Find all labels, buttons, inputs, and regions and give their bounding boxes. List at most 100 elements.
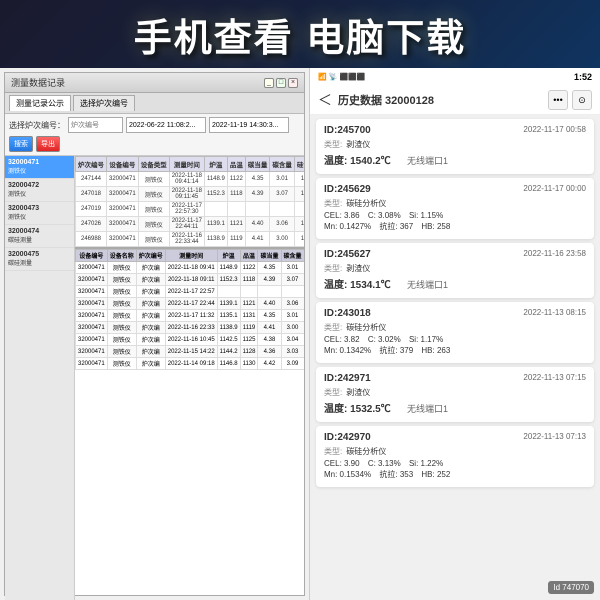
id-badge: Id 747070 xyxy=(548,581,594,594)
record-card[interactable]: ID:245627 2022-11-16 23:58 类型: 剥渣仪 温度: 1… xyxy=(316,243,594,298)
card-type-label: 类型: xyxy=(324,322,342,333)
record-card[interactable]: ID:242970 2022-11-13 07:13 类型: 碳硅分析仪 CEL… xyxy=(316,426,594,487)
card-type-label: 类型: xyxy=(324,387,342,398)
bh-8: 碳含量 xyxy=(281,250,304,262)
left-panel: 测量数据记录 _ □ × 测量记录公示 选择炉次编号 选择炉次编号： 搜索 导出 xyxy=(0,68,310,600)
phone-statusbar: 📶 📡 ⬛⬛⬛ 1:52 xyxy=(310,68,600,86)
record-card[interactable]: ID:245700 2022-11-17 00:58 类型: 剥渣仪 温度: 1… xyxy=(316,119,594,174)
nav-icons: ••• ⊙ xyxy=(548,90,592,110)
card-analysis-row1: CEL: 3.90 C: 3.13% Si: 1.22% xyxy=(324,459,586,468)
table-row: 247144 32000471 测铁仪 2022-11-1809:41:14 1… xyxy=(76,172,305,187)
window-titlebar: 测量数据记录 _ □ × xyxy=(5,73,304,93)
bottom-table-row: 32000471 测铁仪 炉次编 2022-11-18 09:11 1152.3… xyxy=(76,274,305,286)
window-controls: _ □ × xyxy=(264,78,298,88)
card-id: ID:245700 xyxy=(324,125,371,136)
more-options-button[interactable]: ••• xyxy=(548,90,568,110)
bh-2: 设备名称 xyxy=(107,250,136,262)
card-temp-row: 温度: 1534.1℃ 无线端口1 xyxy=(324,276,586,291)
bottom-table-row: 32000471 测铁仪 炉次编 2022-11-17 22:57 1307.3… xyxy=(76,286,305,298)
desktop-window: 测量数据记录 _ □ × 测量记录公示 选择炉次编号 选择炉次编号： 搜索 导出 xyxy=(4,72,305,596)
table-row: 247019 32000471 测铁仪 2022-11-1722:57:30 1… xyxy=(76,202,305,217)
bh-5: 炉温 xyxy=(217,250,240,262)
card-analysis-row2: Mn: 0.1427% 抗拉: 367 HB: 258 xyxy=(324,221,586,232)
sidebar-item-4[interactable]: 32000475 碳硅测量 xyxy=(5,248,74,271)
export-button[interactable]: 导出 xyxy=(36,136,60,152)
sidebar-item-0[interactable]: 32000471 测铁仪 xyxy=(5,156,74,179)
card-type-row: 类型: 剥渣仪 xyxy=(324,139,586,150)
col-header-t1: 炉温 xyxy=(204,157,227,172)
record-card[interactable]: ID:243018 2022-11-13 08:15 类型: 碳硅分析仪 CEL… xyxy=(316,302,594,363)
maximize-button[interactable]: □ xyxy=(276,78,286,88)
card-type-value: 碳硅分析仪 xyxy=(346,322,386,333)
bh-3: 炉次编号 xyxy=(136,250,165,262)
close-button[interactable]: × xyxy=(288,78,298,88)
card-type-row: 类型: 碳硅分析仪 xyxy=(324,198,586,209)
window-title: 测量数据记录 xyxy=(11,76,65,89)
card-header: ID:242970 2022-11-13 07:13 xyxy=(324,432,586,443)
card-analysis-row2: Mn: 0.1534% 抗拉: 353 HB: 252 xyxy=(324,469,586,480)
sidebar-item-2[interactable]: 32000473 测铁仪 xyxy=(5,202,74,225)
right-panel: 📶 📡 ⬛⬛⬛ 1:52 ＜ 历史数据 32000128 ••• ⊙ ID:24… xyxy=(310,68,600,600)
date-from-input[interactable] xyxy=(126,117,206,133)
nav-title: 历史数据 32000128 xyxy=(338,92,542,108)
table-row: 247026 32000471 测铁仪 2022-11-1722:44:11 1… xyxy=(76,217,305,232)
status-time: 1:52 xyxy=(574,72,592,82)
status-icons: 📶 📡 ⬛⬛⬛ xyxy=(318,73,366,81)
phone-screen: 📶 📡 ⬛⬛⬛ 1:52 ＜ 历史数据 32000128 ••• ⊙ ID:24… xyxy=(310,68,600,600)
bottom-table-row: 32000471 测铁仪 炉次编 2022-11-17 11:32 1135.1… xyxy=(76,310,305,322)
card-type-label: 类型: xyxy=(324,446,342,457)
card-type-value: 剥渣仪 xyxy=(346,263,370,274)
table-row: 247018 32000471 测铁仪 2022-11-1809:11:45 1… xyxy=(76,187,305,202)
date-to-input[interactable] xyxy=(209,117,289,133)
bottom-table-row: 32000471 测铁仪 炉次编 2022-11-14 09:18 1146.8… xyxy=(76,358,305,370)
card-analysis-row1: CEL: 3.82 C: 3.02% Si: 1.17% xyxy=(324,335,586,344)
card-header: ID:245700 2022-11-17 00:58 xyxy=(324,125,586,136)
tab-record-public[interactable]: 测量记录公示 xyxy=(9,95,71,111)
card-header: ID:245629 2022-11-17 00:00 xyxy=(324,184,586,195)
minimize-button[interactable]: _ xyxy=(264,78,274,88)
col-header-time: 测量时间 xyxy=(169,157,204,172)
sidebar-item-1[interactable]: 32000472 测铁仪 xyxy=(5,179,74,202)
col-header-type: 设备类型 xyxy=(138,157,169,172)
card-id: ID:242970 xyxy=(324,432,371,443)
data-table-container[interactable]: 炉次编号 设备编号 设备类型 测量时间 炉温 品温 碳当量 碳含量 硅含量 镁含… xyxy=(75,156,304,600)
phone-content[interactable]: ID:245700 2022-11-17 00:58 类型: 剥渣仪 温度: 1… xyxy=(310,115,600,600)
bottom-table-row: 32000471 测铁仪 炉次编 2022-11-16 22:33 1138.9… xyxy=(76,322,305,334)
sidebar-item-3[interactable]: 32000474 碳硅测量 xyxy=(5,225,74,248)
card-type-row: 类型: 剥渣仪 xyxy=(324,387,586,398)
card-header: ID:245627 2022-11-16 23:58 xyxy=(324,249,586,260)
col-header-si: 硅含量 xyxy=(294,157,304,172)
table-row: 246988 32000471 测铁仪 2022-11-1622:33:44 1… xyxy=(76,232,305,247)
col-header-furnace: 炉次编号 xyxy=(76,157,107,172)
tab-furnace-select[interactable]: 选择炉次编号 xyxy=(73,95,135,111)
banner-title: 手机查看 电脑下载 xyxy=(134,7,467,62)
back-button[interactable]: ＜ xyxy=(318,90,332,110)
card-type-row: 类型: 碳硅分析仪 xyxy=(324,446,586,457)
col-header-t2: 品温 xyxy=(227,157,245,172)
card-type-row: 类型: 剥渣仪 xyxy=(324,263,586,274)
bh-4: 测量时间 xyxy=(165,250,217,262)
content-area: 32000471 测铁仪 32000472 测铁仪 32000473 测铁仪 3… xyxy=(5,156,304,600)
bottom-table-section[interactable]: 设备编号 设备名称 炉次编号 测量时间 炉温 品温 碳当量 碳含量 硅含量 xyxy=(75,247,304,447)
search-button[interactable]: 搜索 xyxy=(9,136,33,152)
card-analysis-row1: CEL: 3.86 C: 3.08% Si: 1.15% xyxy=(324,211,586,220)
card-header: ID:243018 2022-11-13 08:15 xyxy=(324,308,586,319)
col-header-id: 设备编号 xyxy=(107,157,139,172)
bottom-table-row: 32000471 测铁仪 炉次编 2022-11-15 14:22 1144.2… xyxy=(76,346,305,358)
card-id: ID:243018 xyxy=(324,308,371,319)
toolbar-label: 选择炉次编号： xyxy=(9,120,65,131)
card-type-row: 类型: 碳硅分析仪 xyxy=(324,322,586,333)
record-card[interactable]: ID:242971 2022-11-13 07:15 类型: 剥渣仪 温度: 1… xyxy=(316,367,594,422)
col-header-c2: 碳含量 xyxy=(270,157,295,172)
furnace-input[interactable] xyxy=(68,117,123,133)
card-type-value: 剥渣仪 xyxy=(346,387,370,398)
bh-7: 碳当量 xyxy=(258,250,281,262)
card-datetime: 2022-11-13 08:15 xyxy=(523,308,586,317)
card-id: ID:242971 xyxy=(324,373,371,384)
settings-button[interactable]: ⊙ xyxy=(572,90,592,110)
card-type-value: 碳硅分析仪 xyxy=(346,198,386,209)
record-card[interactable]: ID:245629 2022-11-17 00:00 类型: 碳硅分析仪 CEL… xyxy=(316,178,594,239)
card-type-label: 类型: xyxy=(324,198,342,209)
bottom-table-row: 32000471 测铁仪 炉次编 2022-11-18 09:41 1148.9… xyxy=(76,262,305,274)
card-temp-row: 温度: 1532.5℃ 无线端口1 xyxy=(324,400,586,415)
